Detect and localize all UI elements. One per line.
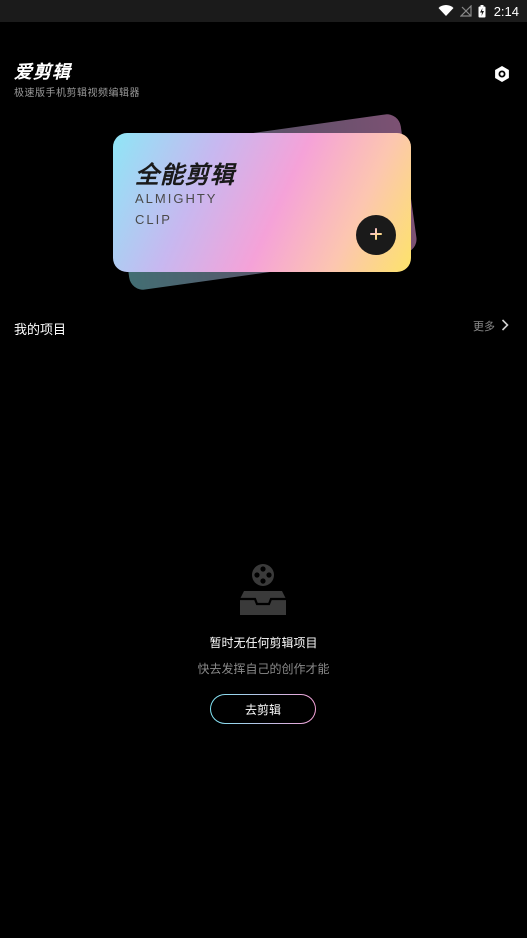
projects-section-title: 我的项目 (14, 323, 67, 338)
more-label: 更多 (473, 320, 495, 333)
banner-card[interactable]: 全能剪辑 ALMIGHTY CLIP (113, 133, 411, 272)
app-subtitle: 极速版手机剪辑视频编辑器 (14, 88, 140, 99)
settings-button[interactable] (492, 66, 512, 86)
empty-state-title: 暂时无任何剪辑项目 (209, 636, 318, 650)
more-projects-link[interactable]: 更多 (473, 318, 509, 334)
wifi-icon (438, 5, 454, 17)
plus-icon (369, 226, 383, 245)
film-reel-inbox-icon (238, 563, 288, 617)
add-project-button[interactable] (356, 215, 396, 255)
empty-state-description: 快去发挥自己的创作才能 (197, 662, 330, 676)
status-bar: 2:14 (0, 0, 527, 22)
battery-charging-icon (478, 4, 486, 18)
banner-title: 全能剪辑 (135, 161, 235, 189)
no-signal-icon (459, 5, 472, 17)
banner-en-line2: CLIP (135, 212, 172, 227)
banner-en-line1: ALMIGHTY (135, 191, 218, 206)
go-edit-button[interactable]: 去剪辑 (210, 694, 316, 724)
gear-icon (493, 65, 511, 87)
chevron-right-icon (501, 318, 509, 334)
status-time: 2:14 (493, 3, 519, 19)
app-title: 爱剪辑 (14, 62, 71, 83)
